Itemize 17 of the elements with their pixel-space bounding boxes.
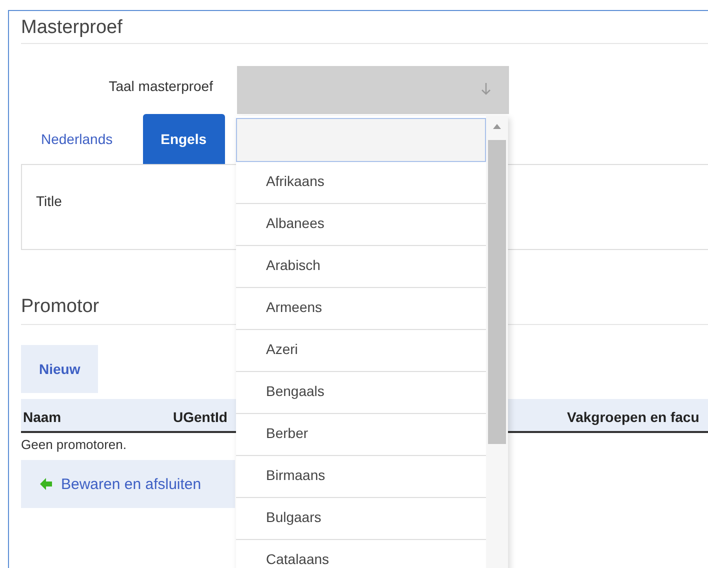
search-field[interactable] [236, 118, 486, 162]
field-label: Taal masterproef [108, 77, 213, 96]
scrollbar-thumb[interactable] [488, 140, 506, 444]
language-tab[interactable]: Nederlands [23, 114, 131, 164]
title-label: Title [36, 193, 62, 209]
down-arrow-icon [481, 82, 491, 96]
language-select[interactable] [237, 66, 509, 114]
save-button[interactable]: Bewaren en afsluiten [21, 460, 235, 508]
column-header: UGentId [173, 409, 228, 425]
column-header: Naam [23, 409, 62, 425]
new-button[interactable]: Nieuw [21, 345, 98, 393]
language-tab[interactable]: Engels [142, 114, 225, 164]
left-arrow-icon [39, 477, 53, 491]
section-title: Masterproef [21, 17, 708, 44]
scroll-up-icon[interactable] [493, 124, 501, 129]
scrollbar[interactable] [486, 116, 508, 568]
column-header: Vakgroepen en facu [567, 409, 700, 425]
